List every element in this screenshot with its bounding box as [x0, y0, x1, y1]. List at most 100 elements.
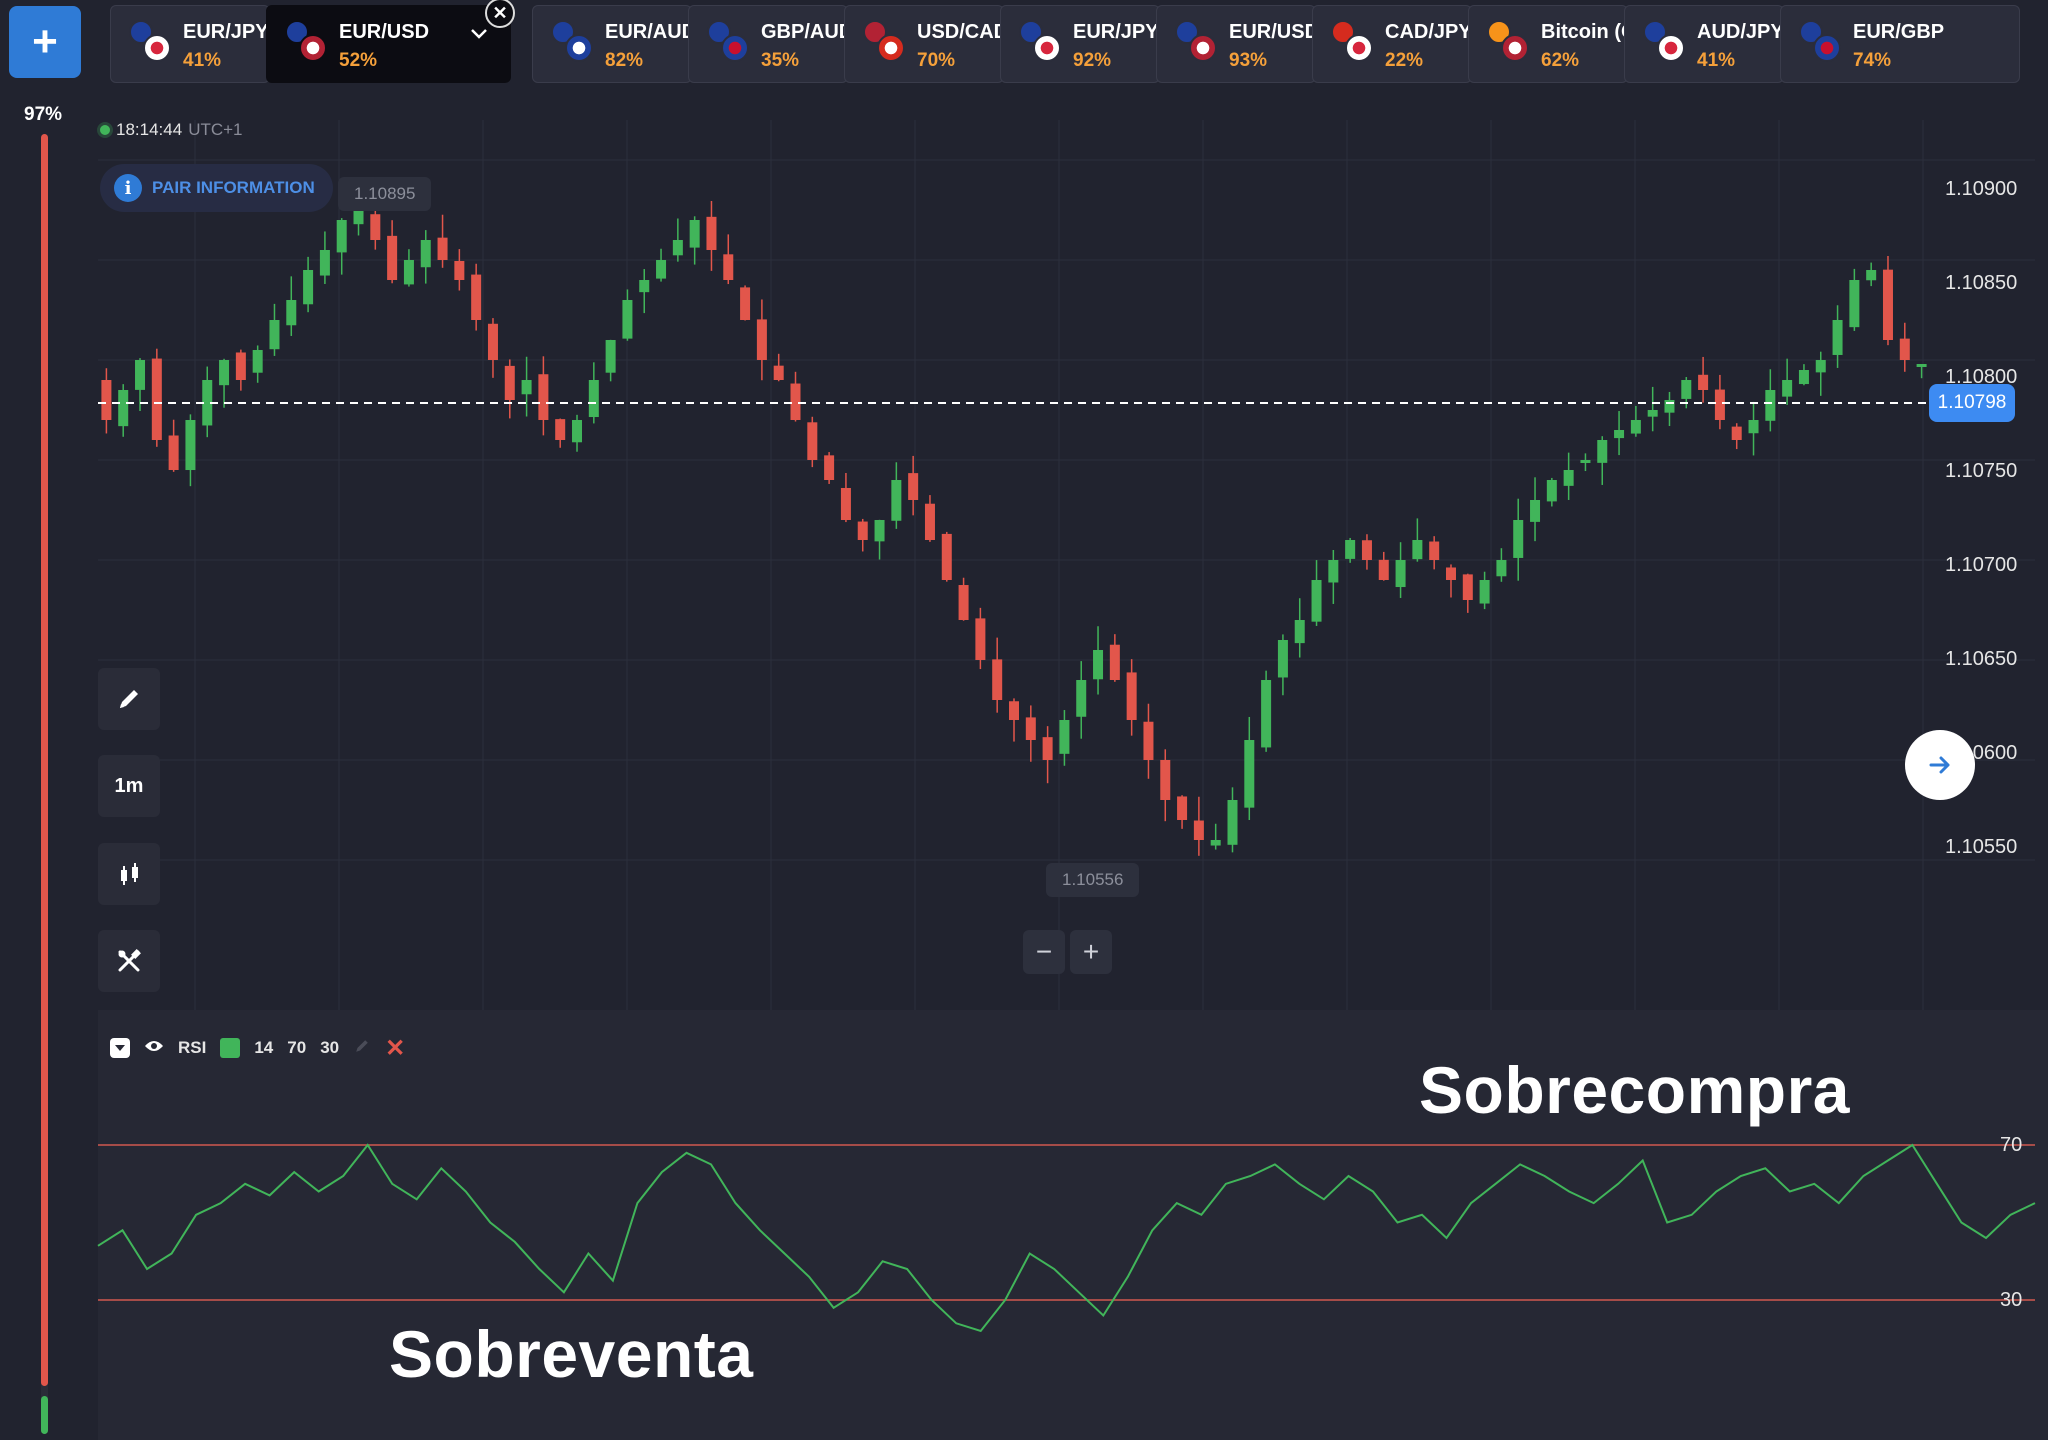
price-axis-label: 1.10900 — [1945, 178, 2018, 200]
candle-body — [1496, 560, 1507, 577]
rsi-period[interactable]: 14 — [254, 1038, 273, 1058]
candle-body — [790, 383, 801, 420]
candle-body — [891, 480, 902, 521]
candle-body — [118, 390, 129, 427]
candle-body — [336, 220, 347, 253]
candle-body — [370, 214, 381, 240]
candle-body — [639, 280, 650, 293]
edit-pencil-icon[interactable] — [353, 1037, 371, 1060]
candle-body — [538, 374, 549, 420]
candle-body — [1899, 338, 1910, 360]
close-icon: ✕ — [492, 2, 508, 23]
zoom-in-button[interactable]: + — [1070, 930, 1112, 974]
scroll-to-latest-button[interactable] — [1905, 730, 1975, 800]
candle-body — [437, 237, 448, 260]
pair-information-button[interactable]: i PAIR INFORMATION — [100, 164, 333, 212]
draw-tool-button[interactable] — [98, 668, 160, 730]
chart-type-button[interactable] — [98, 843, 160, 905]
candle-body — [1798, 370, 1809, 385]
candle-body — [1647, 410, 1658, 417]
arrow-right-icon — [1929, 756, 1950, 774]
candle-body — [403, 260, 414, 285]
candlestick-icon — [121, 863, 138, 885]
candle-body — [1412, 540, 1423, 560]
candle-body — [857, 521, 868, 540]
clock: 18:14:44 — [116, 120, 183, 139]
zoom-out-button[interactable]: − — [1023, 930, 1065, 974]
candle-body — [1143, 721, 1154, 760]
overbought-annotation: Sobrecompra — [1419, 1053, 1850, 1127]
candle-body — [1345, 540, 1356, 559]
visibility-eye-icon[interactable] — [144, 1038, 164, 1058]
pair-information-label: PAIR INFORMATION — [152, 178, 315, 197]
candle-body — [958, 585, 969, 620]
pencil-icon — [120, 690, 138, 708]
rsi-level-70-label: 70 — [2000, 1134, 2023, 1156]
collapse-icon[interactable] — [110, 1038, 130, 1058]
candle-body — [924, 503, 935, 540]
price-axis-label: 1.10650 — [1945, 648, 2018, 670]
candle-body — [219, 360, 230, 386]
candle-body — [740, 287, 751, 320]
candle-body — [487, 323, 498, 360]
candle-body — [706, 216, 717, 250]
candle-body — [941, 533, 952, 580]
candle-body — [622, 300, 633, 339]
candle-body — [1563, 470, 1574, 486]
candle-body — [756, 319, 767, 360]
candle-body — [1177, 796, 1188, 820]
low-price-tag: 1.10556 — [1046, 863, 1140, 897]
candle-body — [1059, 720, 1070, 754]
rsi-toolbar: RSI 14 70 30 ✕ — [110, 1034, 405, 1062]
candle-body — [303, 270, 314, 305]
candle-body — [656, 260, 667, 279]
candle-body — [1429, 541, 1440, 560]
candle-body — [353, 210, 364, 225]
candle-body — [1681, 380, 1692, 399]
rsi-color-swatch[interactable] — [220, 1038, 241, 1058]
candle-body — [1076, 680, 1087, 717]
rsi-lower-level[interactable]: 30 — [320, 1038, 339, 1058]
candle-body — [605, 340, 616, 373]
candle-body — [1311, 580, 1322, 622]
candle-body — [1277, 640, 1288, 678]
info-icon: i — [114, 174, 142, 202]
candle-body — [1664, 400, 1675, 413]
candle-body — [185, 420, 196, 471]
candle-body — [1227, 800, 1238, 845]
candle-body — [1328, 560, 1339, 583]
rsi-upper-level[interactable]: 70 — [287, 1038, 306, 1058]
candle-body — [269, 320, 280, 350]
candle-body — [235, 352, 246, 380]
candle-body — [1126, 672, 1137, 720]
candle-body — [1361, 540, 1372, 560]
candle-body — [135, 360, 146, 390]
candle-body — [1513, 520, 1524, 558]
timeframe-button[interactable]: 1m — [98, 755, 160, 817]
candle-body — [1866, 270, 1877, 281]
candle-body — [588, 380, 599, 418]
candle-body — [908, 473, 919, 500]
candle-body — [1445, 567, 1456, 580]
candle-body — [1731, 426, 1742, 440]
candle-body — [1395, 560, 1406, 588]
oversold-annotation: Sobreventa — [389, 1317, 754, 1391]
candle-body — [101, 380, 112, 420]
candle-body — [1630, 420, 1641, 434]
high-price-tag: 1.10895 — [338, 177, 432, 211]
price-axis-label: 1.10850 — [1945, 272, 2018, 294]
candle-body — [672, 240, 683, 256]
candle-body — [1009, 701, 1019, 720]
remove-indicator-icon[interactable]: ✕ — [385, 1034, 405, 1063]
candle-body — [773, 365, 784, 380]
candle-body — [1614, 430, 1625, 439]
candle-body — [840, 487, 851, 520]
indicators-button[interactable] — [98, 930, 160, 992]
candle-body — [521, 380, 532, 395]
candle-body — [1261, 680, 1272, 748]
current-price-tag: 1.10798 — [1929, 384, 2015, 422]
candle-body — [1109, 644, 1120, 680]
candle-body — [1698, 374, 1709, 390]
candle-body — [471, 274, 482, 320]
candle-body — [1714, 389, 1725, 420]
